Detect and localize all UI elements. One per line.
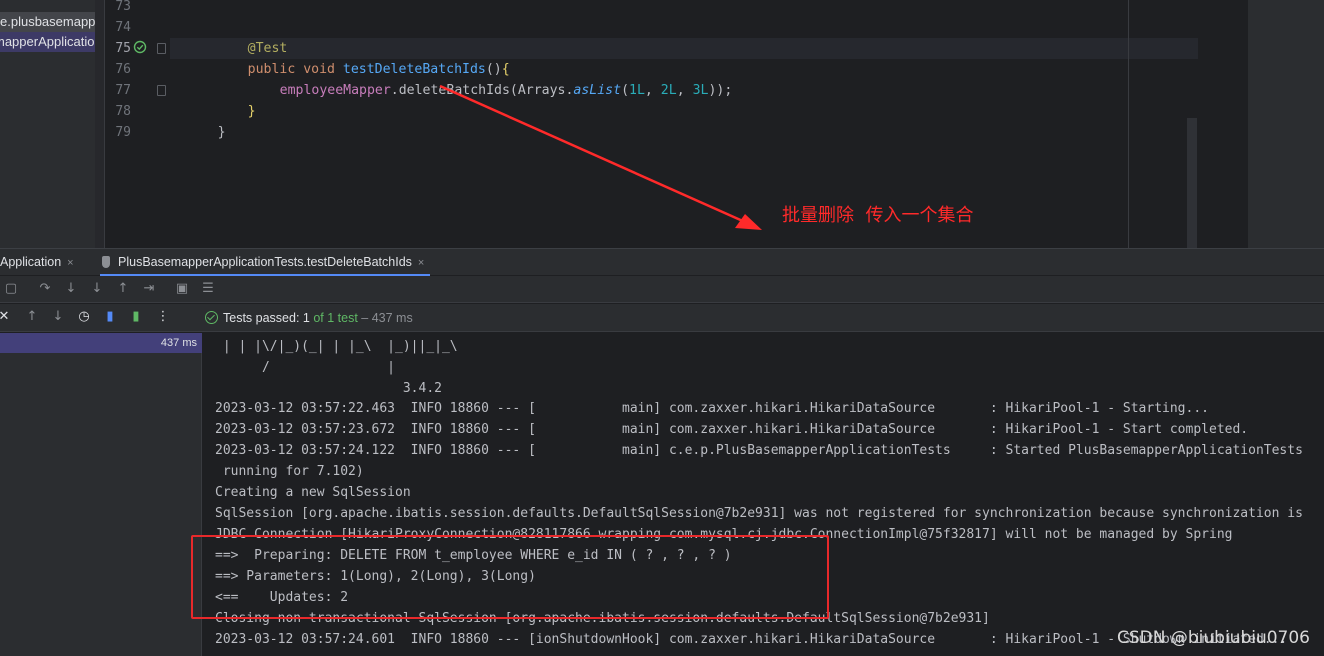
- code-line-74: @Test: [200, 17, 288, 56]
- tab-label: PlusBasemapperApplicationTests.testDelet…: [118, 255, 412, 269]
- check-icon: [205, 311, 218, 324]
- close-icon[interactable]: ×: [67, 257, 73, 269]
- console-line: | | |\/|_)(_| | |_\ |_)||_|_\: [215, 339, 458, 354]
- code-line-77: }: [200, 80, 256, 119]
- more-options-icon[interactable]: ⋮: [155, 309, 171, 325]
- run-tab-test[interactable]: PlusBasemapperApplicationTests.testDelet…: [100, 249, 431, 276]
- total-count: of 1 test: [309, 311, 358, 325]
- tab-label: Application: [0, 255, 62, 269]
- line-number: 78: [115, 104, 131, 119]
- line-number: 74: [115, 20, 131, 35]
- run-to-cursor-icon[interactable]: ⇥: [141, 281, 157, 297]
- row-duration: 437 ms: [160, 337, 197, 349]
- separator-token: ,: [676, 83, 693, 98]
- line-gutter: 73 74 75 76 77 78 79: [105, 0, 170, 248]
- test-tree[interactable]: 437 ms: [0, 333, 202, 656]
- layout-icon[interactable]: ▢: [3, 281, 19, 297]
- test-status: Tests passed: 1 of 1 test – 437 ms: [205, 304, 413, 332]
- close-icon[interactable]: ×: [418, 257, 424, 269]
- code-editor[interactable]: e.plusbasemappe mapperApplicatio 73 74 7…: [0, 0, 1324, 248]
- console-line: 3.4.2: [215, 381, 442, 396]
- console-line: 2023-03-12 03:57:23.672 INFO 18860 --- […: [215, 422, 1249, 437]
- static-method-token: asList: [573, 83, 622, 98]
- line-number: 73: [115, 0, 131, 14]
- test-duration: – 437 ms: [357, 311, 413, 325]
- console-line: SqlSession [org.apache.ibatis.session.de…: [215, 506, 1303, 521]
- brace-token: }: [217, 125, 226, 140]
- paren-token: (: [621, 83, 630, 98]
- step-into-icon[interactable]: ↓: [63, 281, 79, 297]
- console-line: / |: [215, 360, 396, 375]
- project-tree-item-selected[interactable]: mapperApplicatio: [0, 32, 95, 52]
- console-line: Creating a new SqlSession: [215, 485, 411, 500]
- passed-count: 1: [302, 311, 310, 325]
- line-number: 79: [115, 125, 131, 140]
- line-number: 76: [115, 62, 131, 77]
- step-over-icon[interactable]: ↷: [37, 281, 53, 297]
- code-line-76: employeeMapper.deleteBatchIds(Arrays.asL…: [232, 59, 733, 98]
- test-tube-icon: [102, 256, 110, 268]
- prev-failed-icon[interactable]: ↑: [24, 309, 40, 325]
- separator-token: ,: [644, 83, 661, 98]
- test-passed-gutter-icon[interactable]: [133, 40, 147, 54]
- history-icon[interactable]: ◷: [76, 309, 92, 325]
- highlight-box: [191, 535, 829, 619]
- line-number: 75: [115, 41, 131, 56]
- editor-scrollbar[interactable]: [1187, 118, 1197, 248]
- fold-icon[interactable]: [157, 43, 166, 54]
- code-line-75: public void testDeleteBatchIds(){: [200, 38, 510, 77]
- field-token: employeeMapper: [279, 83, 391, 98]
- annotation-label: 批量删除 传入一个集合: [782, 205, 974, 226]
- fold-icon[interactable]: [157, 85, 166, 96]
- console-icon[interactable]: ▣: [174, 281, 190, 297]
- paren-token: ));: [708, 83, 733, 98]
- run-tab-bar: Application × PlusBasemapperApplicationTe…: [0, 248, 1324, 276]
- code-line-78: }: [170, 101, 226, 140]
- number-token: 3L: [692, 83, 709, 98]
- line-number: 77: [115, 83, 131, 98]
- status-prefix: Tests passed:: [223, 311, 303, 325]
- next-failed-icon[interactable]: ↓: [50, 309, 66, 325]
- export-tests-icon[interactable]: ▮: [128, 309, 144, 325]
- number-token: 2L: [660, 83, 677, 98]
- step-out-icon[interactable]: ↑: [115, 281, 131, 297]
- project-tree-item[interactable]: e.plusbasemappe: [0, 12, 95, 32]
- test-tree-row[interactable]: 437 ms: [0, 333, 202, 353]
- watermark: CSDN @biubiubiu0706: [1117, 628, 1311, 648]
- right-margin-guide: [1128, 0, 1129, 248]
- list-icon[interactable]: ☰: [200, 281, 216, 297]
- panel-divider[interactable]: [95, 0, 105, 248]
- call-token: .deleteBatchIds(Arrays.: [390, 83, 574, 98]
- console-line: 2023-03-12 03:57:22.463 INFO 18860 --- […: [215, 401, 1209, 416]
- number-token: 1L: [629, 83, 645, 98]
- console-line: running for 7.102): [215, 464, 364, 479]
- run-toolbar: ▢ ↷ ↓ ↓ ↑ ⇥ ▣ ☰: [0, 276, 1324, 303]
- code-text[interactable]: @Test public void testDeleteBatchIds(){ …: [170, 0, 1300, 248]
- close-icon[interactable]: ✕: [0, 309, 12, 325]
- import-tests-icon[interactable]: ▮: [102, 309, 118, 325]
- test-toolbar: ✕ ↑ ↓ ◷ ▮ ▮ ⋮ Tests passed: 1 of 1 test …: [0, 304, 1324, 332]
- project-panel[interactable]: e.plusbasemappe mapperApplicatio: [0, 0, 95, 248]
- run-tab-application[interactable]: Application ×: [0, 249, 74, 276]
- brace-token: }: [247, 104, 256, 119]
- force-step-icon[interactable]: ↓: [89, 281, 105, 297]
- console-line: 2023-03-12 03:57:24.122 INFO 18860 --- […: [215, 443, 1303, 458]
- right-tool-panel: [1248, 0, 1324, 248]
